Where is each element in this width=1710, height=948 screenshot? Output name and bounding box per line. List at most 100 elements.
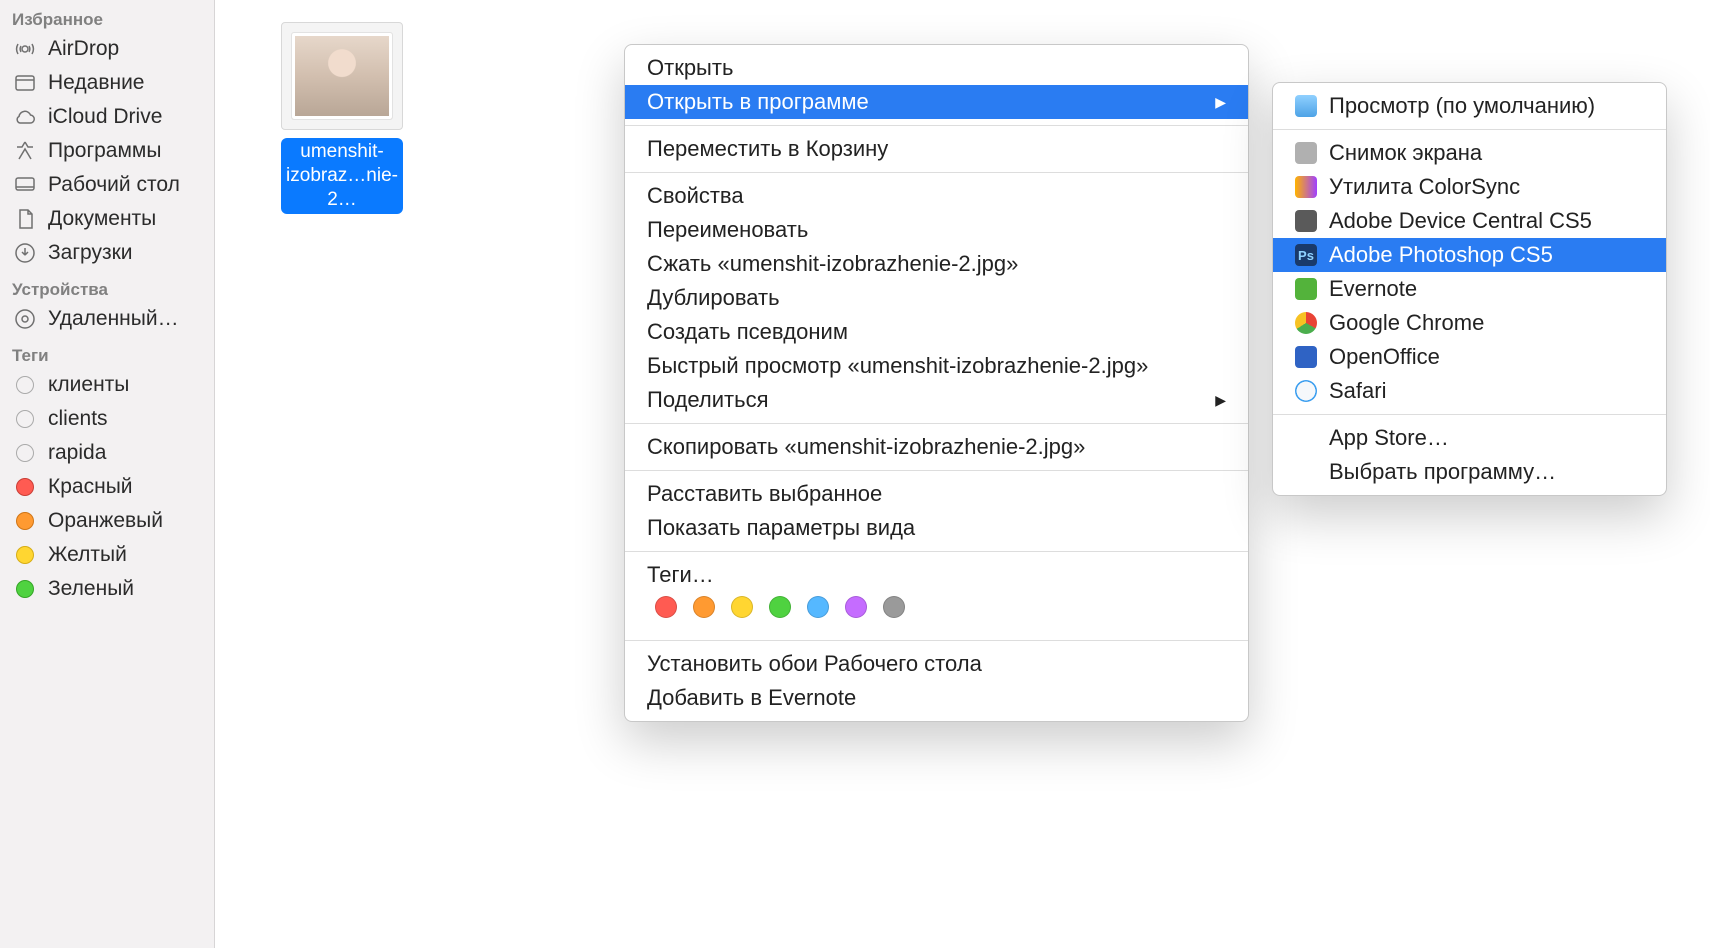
sidebar-item-label: Рабочий стол [48, 173, 180, 197]
context-menu-item[interactable]: Создать псевдоним [625, 315, 1248, 349]
context-menu-item-label: Дублировать [647, 285, 780, 311]
context-menu-item-label: Переместить в Корзину [647, 136, 888, 162]
sidebar-section-header: Избранное [0, 0, 214, 32]
sidebar-item-tag-orange[interactable]: Оранжевый [0, 504, 214, 538]
sidebar-item-tag-clients[interactable]: clients [0, 402, 214, 436]
sidebar: Избранное AirDrop Недавние iCloud Drive Прог… [0, 0, 215, 948]
context-menu-item[interactable]: Расставить выбранное [625, 477, 1248, 511]
menu-separator [625, 551, 1248, 552]
sidebar-item-label: AirDrop [48, 37, 119, 61]
tag-color-dot[interactable] [693, 596, 715, 618]
sidebar-item-label: Программы [48, 139, 161, 163]
sidebar-item-airdrop[interactable]: AirDrop [0, 32, 214, 66]
context-menu-item-label: Открыть в программе [647, 89, 869, 115]
tag-color-dot[interactable] [845, 596, 867, 618]
submenu-item[interactable]: Просмотр (по умолчанию) [1273, 89, 1666, 123]
tag-color-dot[interactable] [769, 596, 791, 618]
submenu-item[interactable]: Утилита ColorSync [1273, 170, 1666, 204]
context-menu-item[interactable]: Теги… [625, 558, 1248, 592]
context-menu-item[interactable]: Переместить в Корзину [625, 132, 1248, 166]
context-menu-item-label: Показать параметры вида [647, 515, 915, 541]
menu-separator [625, 640, 1248, 641]
context-menu-item[interactable]: Открыть [625, 51, 1248, 85]
tag-color-dot[interactable] [655, 596, 677, 618]
submenu-item[interactable]: Safari [1273, 374, 1666, 408]
photoshop-app-icon: Ps [1295, 244, 1317, 266]
menu-separator [625, 125, 1248, 126]
sidebar-item-tag-rapida[interactable]: rapida [0, 436, 214, 470]
tag-empty-icon [12, 372, 38, 398]
disc-icon [12, 306, 38, 332]
submenu-item[interactable]: App Store… [1273, 421, 1666, 455]
tag-color-row [625, 592, 1248, 634]
sidebar-item-downloads[interactable]: Загрузки [0, 236, 214, 270]
submenu-item[interactable]: Evernote [1273, 272, 1666, 306]
sidebar-section-header: Устройства [0, 270, 214, 302]
documents-icon [12, 206, 38, 232]
sidebar-item-label: clients [48, 407, 108, 431]
context-menu-item[interactable]: Добавить в Evernote [625, 681, 1248, 715]
context-menu-item[interactable]: Переименовать [625, 213, 1248, 247]
submenu-item[interactable]: OpenOffice [1273, 340, 1666, 374]
sidebar-item-tag-green[interactable]: Зеленый [0, 572, 214, 606]
menu-separator [625, 423, 1248, 424]
airdrop-icon [12, 36, 38, 62]
openoffice-app-icon [1295, 346, 1317, 368]
menu-separator [625, 470, 1248, 471]
menu-separator [1273, 129, 1666, 130]
sidebar-item-icloud[interactable]: iCloud Drive [0, 100, 214, 134]
submenu-item-label: Adobe Device Central CS5 [1329, 208, 1592, 234]
screenshot-app-icon [1295, 142, 1317, 164]
evernote-app-icon [1295, 278, 1317, 300]
sidebar-item-desktop[interactable]: Рабочий стол [0, 168, 214, 202]
context-menu-item[interactable]: Быстрый просмотр «umenshit-izobrazhenie-… [625, 349, 1248, 383]
devicecentral-app-icon [1295, 210, 1317, 232]
context-menu-item[interactable]: Открыть в программе ▶ [625, 85, 1248, 119]
file-thumbnail [281, 22, 403, 130]
submenu-item[interactable]: Снимок экрана [1273, 136, 1666, 170]
context-menu-item-label: Переименовать [647, 217, 808, 243]
tag-yellow-icon [12, 542, 38, 568]
sidebar-item-tag-klienty[interactable]: клиенты [0, 368, 214, 402]
submenu-item-label: Safari [1329, 378, 1386, 404]
sidebar-item-tag-red[interactable]: Красный [0, 470, 214, 504]
file-item[interactable]: umenshit- izobraz…nie-2… [281, 22, 403, 214]
context-menu-item-label: Скопировать «umenshit-izobrazhenie-2.jpg… [647, 434, 1085, 460]
context-menu-item-label: Расставить выбранное [647, 481, 882, 507]
submenu-item[interactable]: Выбрать программу… [1273, 455, 1666, 489]
context-menu-item[interactable]: Показать параметры вида [625, 511, 1248, 545]
context-menu-item[interactable]: Свойства [625, 179, 1248, 213]
context-menu-item[interactable]: Поделиться▶ [625, 383, 1248, 417]
sidebar-item-label: Недавние [48, 71, 144, 95]
context-menu-item-label: Сжать «umenshit-izobrazhenie-2.jpg» [647, 251, 1018, 277]
sidebar-item-recents[interactable]: Недавние [0, 66, 214, 100]
sidebar-item-label: Удаленный… [48, 307, 179, 331]
icloud-icon [12, 104, 38, 130]
submenu-item-label: OpenOffice [1329, 344, 1440, 370]
sidebar-item-remote[interactable]: Удаленный… [0, 302, 214, 336]
sidebar-item-tag-yellow[interactable]: Желтый [0, 538, 214, 572]
submenu-item[interactable]: Google Chrome [1273, 306, 1666, 340]
context-menu-item[interactable]: Установить обои Рабочего стола [625, 647, 1248, 681]
sidebar-item-apps[interactable]: Программы [0, 134, 214, 168]
submenu-arrow-icon: ▶ [1215, 94, 1226, 111]
submenu-item-label: Снимок экрана [1329, 140, 1482, 166]
sidebar-item-label: Желтый [48, 543, 127, 567]
submenu-item[interactable]: Adobe Device Central CS5 [1273, 204, 1666, 238]
tag-color-dot[interactable] [883, 596, 905, 618]
sidebar-item-label: Документы [48, 207, 156, 231]
tag-color-dot[interactable] [731, 596, 753, 618]
context-menu-item-label: Свойства [647, 183, 744, 209]
sidebar-item-documents[interactable]: Документы [0, 202, 214, 236]
submenu-item-label: Просмотр (по умолчанию) [1329, 93, 1595, 119]
context-menu: Открыть Открыть в программе ▶ Переместить в… [624, 44, 1249, 722]
menu-separator [625, 172, 1248, 173]
context-menu-item-label: Создать псевдоним [647, 319, 848, 345]
tag-color-dot[interactable] [807, 596, 829, 618]
context-menu-item[interactable]: Скопировать «umenshit-izobrazhenie-2.jpg… [625, 430, 1248, 464]
context-menu-item[interactable]: Сжать «umenshit-izobrazhenie-2.jpg» [625, 247, 1248, 281]
submenu-item-label: Google Chrome [1329, 310, 1484, 336]
submenu-item-label: Выбрать программу… [1329, 459, 1556, 485]
submenu-item[interactable]: PsAdobe Photoshop CS5 [1273, 238, 1666, 272]
context-menu-item[interactable]: Дублировать [625, 281, 1248, 315]
